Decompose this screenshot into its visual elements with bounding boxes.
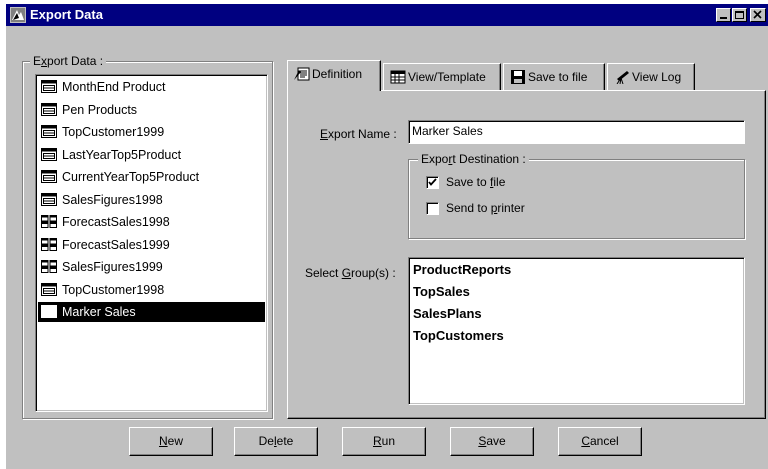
- save-button[interactable]: Save: [450, 427, 534, 456]
- send-to-printer-label: Send to printer: [446, 201, 525, 215]
- export-list-item-label: MonthEnd Product: [62, 80, 166, 94]
- export-destination-label: Export Destination :: [418, 152, 529, 166]
- tab-definition[interactable]: Definition: [287, 60, 381, 91]
- cancel-button[interactable]: Cancel: [558, 427, 642, 456]
- tab-save-to-file[interactable]: Save to file: [503, 63, 605, 90]
- export-list-item[interactable]: ForecastSales1998: [38, 212, 265, 232]
- export-data-list[interactable]: MonthEnd Product Pen Products TopCustomer1…: [35, 74, 268, 412]
- save-to-file-checkbox[interactable]: [426, 176, 439, 189]
- send-to-printer-checkbox[interactable]: [426, 202, 439, 215]
- maximize-icon: [735, 11, 744, 19]
- definition-tab-panel: Export Name : Marker Sales Export Destin…: [287, 90, 766, 419]
- save-to-file-label: Save to file: [446, 175, 506, 189]
- export-list-item[interactable]: TopCustomer1999: [38, 122, 265, 142]
- export-data-group-label: Export Data :: [30, 54, 107, 68]
- export-list-item-label: TopCustomer1999: [62, 125, 165, 139]
- window-title: Export Data: [30, 7, 103, 22]
- tab-view-template-label: View/Template: [408, 70, 486, 84]
- export-list-item[interactable]: CurrentYearTop5Product: [38, 167, 265, 187]
- export-app-icon: [10, 7, 26, 23]
- export-list-item[interactable]: LastYearTop5Product: [38, 145, 265, 165]
- minimize-button[interactable]: [716, 8, 731, 22]
- floppy-disk-icon: [511, 70, 525, 84]
- table-icon: [41, 282, 57, 296]
- group-list-item[interactable]: ProductReports: [413, 262, 511, 277]
- table-icon: [41, 192, 57, 206]
- run-button[interactable]: Run: [342, 427, 426, 456]
- export-name-label: Export Name :: [320, 127, 397, 141]
- table-icon: [41, 170, 57, 183]
- definition-icon: [294, 67, 310, 81]
- export-list-item-label: SalesFigures1999: [62, 260, 163, 274]
- export-data-window: Export Data Export Data : MonthEnd Produ…: [6, 4, 768, 469]
- group-list-item[interactable]: TopCustomers: [413, 328, 504, 343]
- delete-button[interactable]: Delete: [234, 427, 318, 456]
- table-icon: [41, 125, 57, 138]
- group-list-item[interactable]: SalesPlans: [413, 306, 482, 321]
- tab-strip: Definition View/Template Save to file Vi…: [287, 60, 767, 93]
- title-bar: Export Data: [6, 4, 768, 26]
- export-list-item[interactable]: SalesFigures1998: [38, 190, 265, 210]
- export-list-item[interactable]: Pen Products: [38, 100, 265, 120]
- export-list-item-label: ForecastSales1999: [62, 237, 170, 252]
- table-icon: [41, 305, 57, 318]
- export-list-item-label: LastYearTop5Product: [62, 147, 182, 162]
- group-list-item[interactable]: TopSales: [413, 284, 470, 299]
- close-icon: [753, 10, 762, 19]
- export-list-item-label: ForecastSales1998: [62, 215, 170, 229]
- grid-icon: [41, 215, 57, 228]
- minimize-icon: [720, 17, 727, 19]
- table-icon: [41, 147, 57, 161]
- export-list-item-label: Pen Products: [62, 102, 138, 117]
- checkmark-icon: [428, 178, 437, 186]
- tab-save-to-file-label: Save to file: [528, 70, 588, 84]
- export-list-item[interactable]: MonthEnd Product: [38, 77, 265, 97]
- tab-view-log-label: View Log: [632, 70, 682, 84]
- tab-view-template[interactable]: View/Template: [383, 63, 501, 90]
- export-list-item[interactable]: SalesFigures1999: [38, 257, 265, 277]
- export-list-item[interactable]: TopCustomer1998: [38, 280, 265, 300]
- export-list-item[interactable]: ForecastSales1999: [38, 235, 265, 255]
- table-icon: [41, 80, 57, 93]
- telescope-icon: [616, 71, 629, 84]
- select-groups-label: Select Group(s) :: [305, 266, 396, 280]
- grid-icon: [41, 260, 57, 273]
- send-to-printer-checkbox-row[interactable]: Send to printer: [426, 201, 566, 217]
- tab-view-log[interactable]: View Log: [607, 63, 695, 90]
- export-list-item-label: TopCustomer1998: [62, 282, 165, 297]
- export-destination-group: [408, 159, 745, 239]
- select-groups-list[interactable]: ProductReports TopSales SalesPlans TopCusto…: [408, 257, 745, 405]
- export-list-item-label: SalesFigures1998: [62, 192, 163, 207]
- export-name-input[interactable]: Marker Sales: [408, 120, 745, 144]
- export-list-item-label: CurrentYearTop5Product: [62, 170, 200, 184]
- grid-icon: [41, 237, 57, 251]
- view-template-icon: [390, 70, 406, 84]
- save-to-file-checkbox-row[interactable]: Save to file: [426, 175, 546, 191]
- maximize-button[interactable]: [732, 8, 747, 22]
- new-button[interactable]: New: [129, 427, 213, 456]
- export-list-item-label: Marker Sales: [62, 305, 136, 319]
- table-icon: [41, 102, 57, 116]
- export-list-item[interactable]: Marker Sales: [38, 302, 265, 322]
- close-button[interactable]: [750, 8, 766, 22]
- tab-definition-label: Definition: [312, 67, 363, 81]
